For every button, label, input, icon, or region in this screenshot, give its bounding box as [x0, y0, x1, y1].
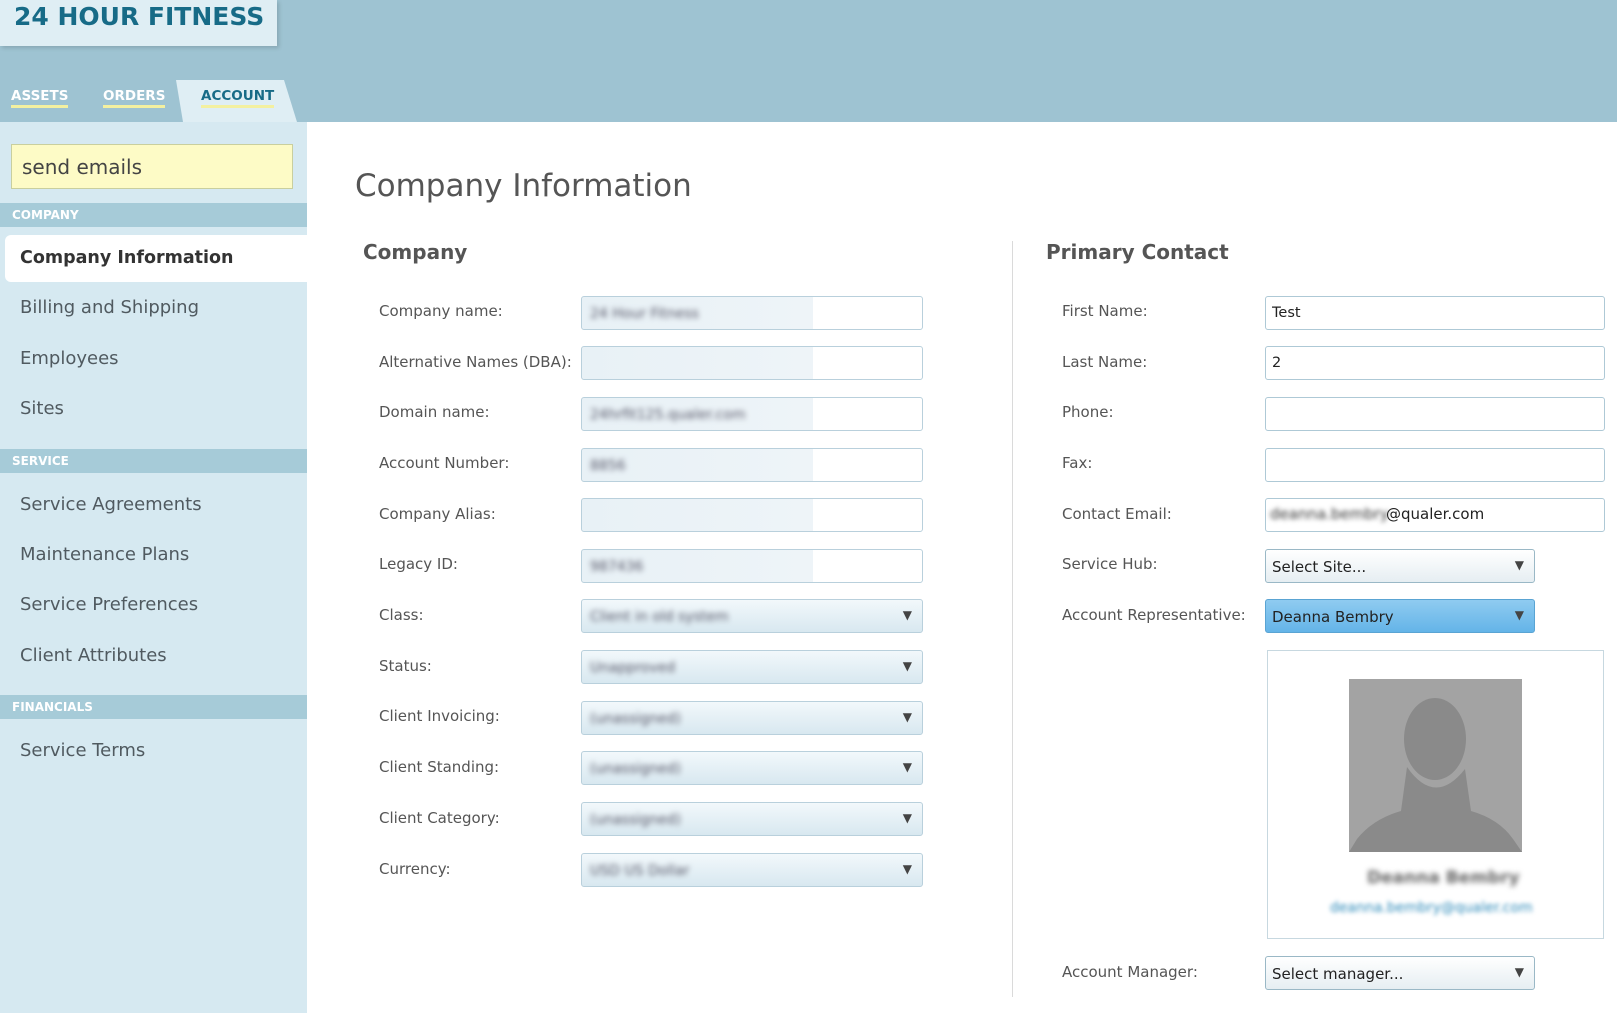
sidebar-item-employees[interactable]: Employees [20, 348, 119, 369]
contact-email-label: Contact Email: [1062, 505, 1172, 523]
chevron-down-icon: ▼ [902, 710, 912, 724]
class-label: Class: [379, 606, 424, 624]
client-standing-select[interactable]: (unassigned) ▼ [581, 751, 923, 785]
primary-contact-title: Primary Contact [1046, 240, 1229, 264]
first-name-input[interactable] [1265, 296, 1605, 330]
logo-box[interactable]: 24 HOUR FITNESS [0, 0, 277, 46]
representative-card-name: Deanna Bembry [1367, 868, 1520, 888]
last-name-label: Last Name: [1062, 353, 1148, 371]
chevron-down-icon: ▼ [902, 608, 912, 622]
company-alias-label: Company Alias: [379, 505, 496, 523]
company-name-value: 24 Hour Fitness [590, 306, 699, 322]
sidebar-item-billing-and-shipping[interactable]: Billing and Shipping [20, 297, 199, 318]
legacy-id-label: Legacy ID: [379, 555, 458, 573]
company-alias-field[interactable] [581, 498, 923, 532]
fax-input[interactable] [1265, 448, 1605, 482]
chevron-down-icon: ▼ [902, 760, 912, 774]
tab-orders[interactable]: ORDERS [103, 88, 166, 108]
sidebar-section-service: SERVICE [0, 449, 307, 473]
chevron-down-icon: ▼ [1514, 965, 1524, 979]
domain-name-value: 24hrfit125.qualer.com [590, 407, 746, 423]
sidebar-section-financials: FINANCIALS [0, 695, 307, 719]
phone-input[interactable] [1265, 397, 1605, 431]
person-silhouette-icon [1349, 698, 1522, 852]
company-name-field[interactable]: 24 Hour Fitness [581, 296, 923, 330]
page-title: Company Information [355, 168, 692, 204]
account-representative-label: Account Representative: [1062, 606, 1246, 624]
client-category-value: (unassigned) [590, 812, 681, 828]
status-label: Status: [379, 657, 432, 675]
status-value: Unapproved [590, 660, 676, 676]
fax-label: Fax: [1062, 454, 1093, 472]
status-select[interactable]: Unapproved ▼ [581, 650, 923, 684]
chevron-down-icon: ▼ [902, 811, 912, 825]
client-standing-label: Client Standing: [379, 758, 500, 776]
domain-name-field[interactable]: 24hrfit125.qualer.com [581, 397, 923, 431]
account-manager-value: Select manager... [1272, 965, 1404, 983]
sidebar-section-company: COMPANY [0, 203, 307, 227]
sidebar-search-input[interactable] [11, 144, 293, 189]
phone-label: Phone: [1062, 403, 1114, 421]
domain-name-label: Domain name: [379, 403, 490, 421]
tab-account[interactable]: ACCOUNT [201, 88, 275, 108]
class-value: Client in old system [590, 609, 729, 625]
sidebar-item-service-agreements[interactable]: Service Agreements [20, 494, 202, 515]
account-representative-value: Deanna Bembry [1272, 608, 1394, 626]
sidebar-item-sites[interactable]: Sites [20, 398, 64, 419]
service-hub-label: Service Hub: [1062, 555, 1158, 573]
currency-select[interactable]: USD US Dollar ▼ [581, 853, 923, 887]
service-hub-select[interactable]: Select Site... ▼ [1265, 549, 1535, 583]
chevron-down-icon: ▼ [902, 659, 912, 673]
sidebar-item-service-preferences[interactable]: Service Preferences [20, 594, 198, 615]
contact-email-prefix: deanna.bembry [1270, 505, 1389, 523]
currency-value: USD US Dollar [590, 863, 690, 879]
company-name-label: Company name: [379, 302, 503, 320]
client-invoicing-select[interactable]: (unassigned) ▼ [581, 701, 923, 735]
service-hub-value: Select Site... [1272, 558, 1367, 576]
avatar [1349, 679, 1522, 852]
chevron-down-icon: ▼ [1514, 608, 1524, 622]
alternative-names-label: Alternative Names (DBA): [379, 353, 572, 371]
legacy-id-field[interactable]: 987436 [581, 549, 923, 583]
account-number-label: Account Number: [379, 454, 510, 472]
sidebar-item-company-information[interactable]: Company Information [20, 248, 234, 268]
column-divider [1012, 241, 1013, 997]
last-name-input[interactable] [1265, 346, 1605, 380]
sidebar-item-client-attributes[interactable]: Client Attributes [20, 645, 167, 666]
alternative-names-field[interactable] [581, 346, 923, 380]
client-category-select[interactable]: (unassigned) ▼ [581, 802, 923, 836]
chevron-down-icon: ▼ [1514, 558, 1524, 572]
company-section-title: Company [363, 240, 468, 264]
chevron-down-icon: ▼ [902, 862, 912, 876]
account-representative-select[interactable]: Deanna Bembry ▼ [1265, 599, 1535, 633]
tab-assets[interactable]: ASSETS [11, 88, 69, 108]
logo: 24 HOUR FITNESS [14, 2, 265, 31]
contact-email-domain: @qualer.com [1386, 505, 1485, 523]
account-manager-select[interactable]: Select manager... ▼ [1265, 956, 1535, 990]
client-invoicing-label: Client Invoicing: [379, 707, 500, 725]
account-manager-label: Account Manager: [1062, 963, 1198, 981]
currency-label: Currency: [379, 860, 451, 878]
legacy-id-value: 987436 [590, 559, 644, 575]
sidebar-item-maintenance-plans[interactable]: Maintenance Plans [20, 544, 189, 565]
first-name-label: First Name: [1062, 302, 1148, 320]
sidebar-item-service-terms[interactable]: Service Terms [20, 740, 145, 761]
account-number-value: 8856 [590, 458, 626, 474]
representative-card-email[interactable]: deanna.bembry@qualer.com [1330, 900, 1533, 916]
app-header: 24 HOUR FITNESS ASSETS ORDERS ACCOUNT [0, 0, 1617, 122]
client-standing-value: (unassigned) [590, 761, 681, 777]
class-select[interactable]: Client in old system ▼ [581, 599, 923, 633]
client-invoicing-value: (unassigned) [590, 711, 681, 727]
client-category-label: Client Category: [379, 809, 500, 827]
account-number-field[interactable]: 8856 [581, 448, 923, 482]
